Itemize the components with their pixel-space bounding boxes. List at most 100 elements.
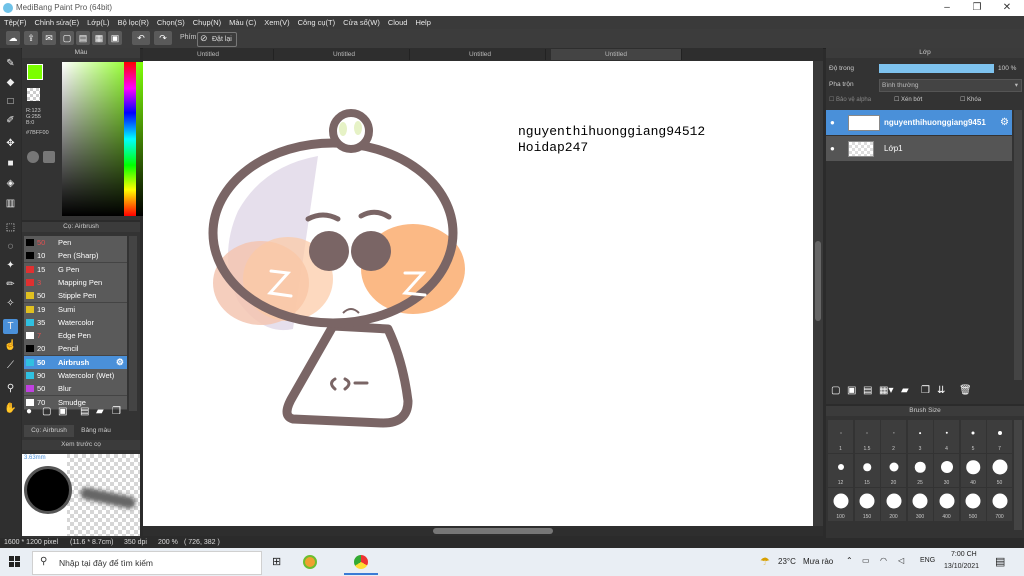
tab-document[interactable]: Untitled [279, 49, 410, 60]
brush-item[interactable]: 35 Watercolor [24, 315, 127, 330]
eraser-tool-icon[interactable]: ◆ [3, 75, 18, 90]
menu-view[interactable]: Xem(V) [260, 16, 293, 29]
copy-brush-icon[interactable]: ❐ [112, 406, 121, 417]
new-brush-icon[interactable]: ▢ [42, 406, 51, 417]
layer-row[interactable]: ● Lớp1 [826, 136, 1012, 161]
brush-item[interactable]: 19 Sumi [24, 302, 127, 317]
trash-icon[interactable]: 🗑 [959, 385, 972, 396]
language-indicator[interactable]: ENG [920, 557, 935, 564]
brush-size-option[interactable]: 5 [960, 420, 986, 453]
fill-tool-icon[interactable]: ◈ [3, 176, 18, 191]
brush-size-option[interactable]: 1 [828, 420, 853, 453]
weather-text[interactable]: Mưa rào [803, 557, 833, 566]
chrome-icon[interactable] [354, 555, 368, 569]
brush-size-option[interactable]: 100 [828, 488, 853, 521]
task-view-icon[interactable]: ⊞ [272, 555, 281, 568]
brush-item[interactable]: 50 Pen [24, 236, 127, 250]
menu-layer[interactable]: Lớp(L) [83, 16, 113, 29]
menu-edit[interactable]: Chỉnh sửa(E) [31, 16, 84, 29]
search-box[interactable]: ⚲ Nhập tại đây để tìm kiếm [32, 551, 262, 575]
palette-icon[interactable] [27, 151, 39, 163]
menu-color[interactable]: Màu (C) [225, 16, 260, 29]
text-tool-icon[interactable]: T [3, 319, 18, 334]
export-icon[interactable]: ▣ [108, 31, 122, 45]
brush-size-option[interactable]: 15 [854, 454, 880, 487]
brush-settings-icon[interactable]: ⚙ [116, 356, 124, 369]
brush-list-scrollbar[interactable] [129, 236, 137, 411]
undo-icon[interactable]: ↶ [132, 31, 150, 45]
tab-document-active[interactable]: Untitled [551, 49, 682, 60]
visibility-icon[interactable]: ● [830, 110, 835, 135]
brush-size-option[interactable]: 20 [881, 454, 906, 487]
visibility-icon[interactable]: ● [830, 136, 835, 161]
layer-row-selected[interactable]: ● nguyenthihuonggiang9451 ⚙ [826, 110, 1012, 135]
clock-time[interactable]: 7:00 CH [951, 551, 977, 558]
merge-layer-icon[interactable]: ⇊ [937, 385, 945, 396]
brush-size-option[interactable]: 12 [828, 454, 853, 487]
lasso-tool-icon[interactable]: ◌ [3, 239, 18, 254]
protect-alpha-checkbox[interactable]: ☐ Bảo vệ alpha [829, 96, 871, 103]
add-layer-menu-icon[interactable]: ▦▾ [879, 385, 893, 396]
brush-item[interactable]: 3 Mapping Pen [24, 275, 127, 290]
network-icon[interactable]: ▭ [862, 556, 870, 565]
brush-size-option[interactable]: 50 [987, 454, 1012, 487]
open-file-icon[interactable]: ▤ [76, 31, 90, 45]
brush-item[interactable]: 50 Blur [24, 382, 127, 397]
windows-start-icon[interactable] [9, 556, 21, 568]
menu-filter[interactable]: Bộ lọc(R) [114, 16, 153, 29]
duplicate-layer-icon[interactable]: ❐ [921, 385, 930, 396]
select-eraser-tool-icon[interactable]: ✧ [3, 296, 18, 311]
folder-icon[interactable]: ▰ [901, 385, 909, 396]
select-tool-icon[interactable]: ⬚ [3, 220, 18, 235]
brush-item[interactable]: 50 Airbrush ⚙ [24, 355, 127, 370]
brush-size-option[interactable]: 7 [987, 420, 1012, 453]
brush-size-option[interactable]: 1.5 [854, 420, 880, 453]
menu-help[interactable]: Help [411, 16, 434, 29]
shape-tool-icon[interactable]: ■ [3, 156, 18, 171]
weather-icon[interactable]: ☂ [760, 555, 770, 568]
select-pen-tool-icon[interactable]: ✏ [3, 277, 18, 292]
save-icon[interactable]: ▦ [92, 31, 106, 45]
new-file-icon[interactable]: ▢ [60, 31, 74, 45]
cloud-icon[interactable]: ☁ [6, 31, 20, 45]
operation-tool-icon[interactable]: ☝ [3, 338, 18, 353]
brush-tool-icon[interactable]: ✎ [3, 56, 18, 71]
menu-snap[interactable]: Chụp(N) [189, 16, 225, 29]
canvas[interactable]: nguyenthihuonggiang94512 Hoidap247 [143, 61, 813, 526]
redo-icon[interactable]: ↷ [154, 31, 172, 45]
maximize-icon[interactable]: ❐ [962, 0, 992, 16]
brush-size-option[interactable]: 200 [881, 488, 906, 521]
brush-size-option[interactable]: 150 [854, 488, 880, 521]
hand-tool-icon[interactable]: ✋ [3, 401, 18, 416]
close-icon[interactable]: ✕ [992, 0, 1022, 16]
brush-cloud-icon[interactable]: ● [26, 406, 32, 417]
brush-size-option[interactable]: 4 [934, 420, 959, 453]
move-tool-icon[interactable]: ✥ [3, 136, 18, 151]
gradient-tool-icon[interactable]: ▥ [3, 196, 18, 211]
foreground-color-swatch[interactable] [27, 64, 43, 80]
menu-file[interactable]: Tệp(F) [0, 16, 31, 29]
opacity-slider[interactable] [879, 64, 994, 73]
brush-item[interactable]: 50 Stipple Pen [24, 289, 127, 304]
brush-item[interactable]: 15 G Pen [24, 262, 127, 277]
new-layer-icon[interactable]: ▢ [831, 385, 840, 396]
menu-window[interactable]: Cửa sổ(W) [339, 16, 384, 29]
tab-palette[interactable]: Bảng màu [76, 425, 116, 437]
volume-icon[interactable]: ◁ [898, 556, 904, 565]
divide-tool-icon[interactable]: ⟋ [3, 358, 18, 373]
canvas-horizontal-scrollbar[interactable] [143, 526, 823, 536]
tab-document[interactable]: Untitled [143, 49, 274, 60]
weather-temp[interactable]: 23°C [778, 557, 796, 566]
folder-icon[interactable]: ▰ [96, 406, 104, 417]
brush-size-option[interactable]: 300 [907, 488, 933, 521]
notification-icon[interactable]: ▤ [995, 555, 1005, 568]
tab-brush[interactable]: Cọ: Airbrush [24, 425, 74, 437]
tab-document[interactable]: Untitled [415, 49, 546, 60]
brush-item[interactable]: 7 Edge Pen [24, 329, 127, 344]
lock-checkbox[interactable]: ☐ Khóa [960, 96, 981, 103]
brush-size-option[interactable]: 25 [907, 454, 933, 487]
wifi-icon[interactable]: ◠ [880, 556, 887, 565]
brush-size-option[interactable]: 2 [881, 420, 906, 453]
duplicate-brush-icon[interactable]: ▤ [80, 406, 89, 417]
reset-button[interactable]: ⊘ Đặt lại [197, 32, 237, 47]
